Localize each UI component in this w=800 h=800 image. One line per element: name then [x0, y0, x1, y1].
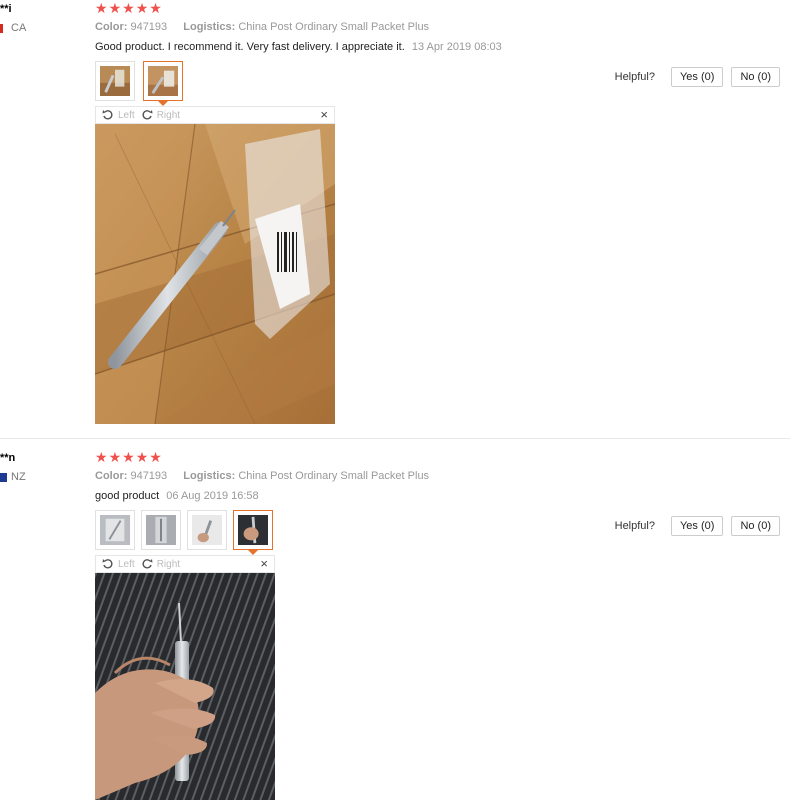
- rotate-right-label: Right: [156, 558, 181, 570]
- helpful-yes-button[interactable]: Yes (0): [670, 67, 724, 87]
- color-label: Color:: [95, 470, 128, 482]
- helpful-label: Helpful?: [614, 520, 655, 532]
- review-item: **i CA ★ ★ ★ ★ ★ Color: 947193 Logistics…: [0, 0, 800, 438]
- helpful-no-button[interactable]: No (0): [731, 516, 780, 536]
- color-value: 947193: [130, 21, 168, 33]
- flag-new-zealand-icon: [0, 472, 7, 482]
- star-icon: ★: [108, 449, 122, 465]
- photo-thumbnail-image: [192, 515, 222, 545]
- review-divider: [0, 438, 790, 439]
- comment-text: Good product. I recommend it. Very fast …: [95, 41, 405, 53]
- photo-thumbnail-active[interactable]: [143, 61, 183, 106]
- logistics-value: China Post Ordinary Small Packet Plus: [238, 21, 430, 33]
- star-icon: ★: [149, 0, 162, 16]
- photo-viewer-toolbar: Left Right ×: [95, 106, 335, 124]
- rotate-right-icon: [142, 110, 153, 120]
- review-date: 13 Apr 2019 08:03: [411, 41, 502, 53]
- star-rating: ★ ★ ★ ★ ★: [95, 0, 162, 16]
- helpful-vote: Helpful? Yes (0) No (0): [615, 67, 780, 87]
- flag-canada-icon: [0, 23, 7, 33]
- star-icon: ★: [122, 0, 135, 16]
- star-icon: ★: [135, 0, 149, 16]
- logistics-label: Logistics:: [183, 21, 236, 33]
- review-comment: good product 06 Aug 2019 16:58: [95, 490, 259, 502]
- photo-thumbnail[interactable]: [141, 510, 181, 550]
- helpful-label: Helpful?: [614, 71, 655, 83]
- review-date: 06 Aug 2019 16:58: [166, 490, 259, 502]
- star-icon: ★: [95, 449, 108, 465]
- photo-thumbnail-image: [100, 515, 130, 545]
- rotate-left-icon: [102, 559, 113, 569]
- country-code: CA: [11, 22, 27, 34]
- rotate-left-button[interactable]: Left: [102, 109, 135, 121]
- review-item: **n NZ ★ ★ ★ ★ ★ Color: 947193 Logistics…: [0, 449, 800, 800]
- review-photo: [95, 124, 335, 424]
- close-viewer-button[interactable]: ×: [260, 556, 268, 572]
- photo-thumbnail[interactable]: [95, 510, 135, 550]
- rotate-right-button[interactable]: Right: [141, 109, 180, 121]
- star-icon: ★: [95, 0, 108, 16]
- rotate-right-label: Right: [156, 109, 181, 121]
- photo-viewer-toolbar: Left Right ×: [95, 555, 275, 573]
- rotate-left-button[interactable]: Left: [102, 558, 135, 570]
- photo-thumbnail-image: [238, 515, 268, 545]
- review-photo-image: [95, 573, 275, 800]
- helpful-no-button[interactable]: No (0): [731, 67, 780, 87]
- order-info: Color: 947193 Logistics: China Post Ordi…: [95, 470, 429, 482]
- rotate-left-label: Left: [118, 109, 135, 121]
- review-photo: [95, 573, 275, 800]
- country-code: NZ: [11, 471, 26, 483]
- photo-thumbnail-active[interactable]: [233, 510, 273, 555]
- reviewer-country: NZ: [0, 471, 26, 483]
- close-viewer-button[interactable]: ×: [320, 107, 328, 123]
- photo-thumbnails: [95, 510, 273, 555]
- helpful-yes-button[interactable]: Yes (0): [670, 516, 724, 536]
- reviewer-country: CA: [0, 22, 26, 34]
- comment-text: good product: [95, 490, 160, 502]
- review-photo-image: [95, 124, 335, 424]
- rotate-left-label: Left: [118, 558, 135, 570]
- star-rating: ★ ★ ★ ★ ★: [95, 449, 162, 465]
- order-info: Color: 947193 Logistics: China Post Ordi…: [95, 21, 429, 33]
- reviewer-name: **n: [0, 452, 16, 464]
- rotate-right-button[interactable]: Right: [141, 558, 180, 570]
- color-label: Color:: [95, 21, 128, 33]
- photo-thumbnail-image: [100, 66, 130, 96]
- photo-thumbnail-image: [146, 515, 176, 545]
- star-icon: ★: [135, 449, 149, 465]
- helpful-vote: Helpful? Yes (0) No (0): [615, 516, 780, 536]
- star-icon: ★: [108, 0, 122, 16]
- review-comment: Good product. I recommend it. Very fast …: [95, 41, 502, 53]
- color-value: 947193: [130, 470, 168, 482]
- rotate-right-icon: [142, 559, 153, 569]
- logistics-value: China Post Ordinary Small Packet Plus: [238, 470, 430, 482]
- reviewer-name: **i: [0, 3, 12, 15]
- photo-thumbnails: [95, 61, 183, 106]
- photo-thumbnail[interactable]: [187, 510, 227, 550]
- rotate-left-icon: [102, 110, 113, 120]
- photo-thumbnail[interactable]: [95, 61, 135, 101]
- star-icon: ★: [122, 449, 135, 465]
- photo-thumbnail-image: [148, 66, 178, 96]
- logistics-label: Logistics:: [183, 470, 236, 482]
- star-icon: ★: [149, 449, 162, 465]
